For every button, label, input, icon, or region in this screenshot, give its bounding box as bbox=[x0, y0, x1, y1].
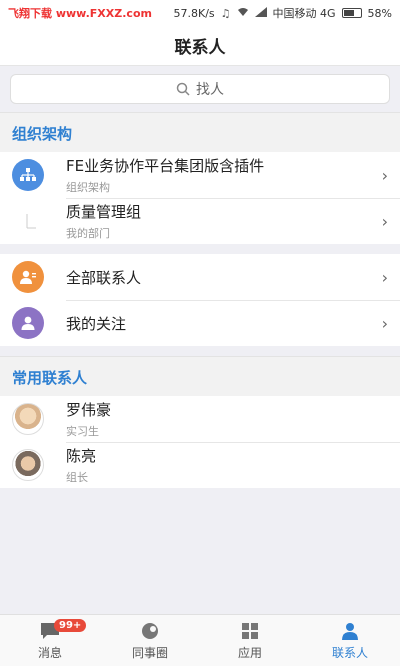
carrier-label: 中国移动 4G bbox=[272, 7, 336, 20]
org-item-title: FE业务协作平台集团版含插件 bbox=[66, 157, 265, 175]
my-follows-label: 我的关注 bbox=[66, 314, 127, 333]
chevron-right-icon: › bbox=[381, 211, 388, 231]
battery-icon bbox=[341, 8, 362, 18]
bottom-tab-bar: 99+ 消息 同事圈 应用 联系人 bbox=[0, 614, 400, 666]
message-badge: 99+ bbox=[54, 619, 87, 632]
frequent-list: 罗伟豪 实习生 陈亮 组长 bbox=[0, 396, 400, 488]
org-item-company[interactable]: FE业务协作平台集团版含插件 组织架构 › bbox=[0, 152, 400, 198]
contact-name: 罗伟豪 bbox=[66, 401, 112, 419]
tab-messages-label: 消息 bbox=[37, 645, 62, 660]
search-input[interactable]: 找人 bbox=[10, 74, 390, 104]
chevron-right-icon: › bbox=[381, 165, 388, 185]
tab-messages[interactable]: 99+ 消息 bbox=[0, 615, 100, 666]
contact-row-chen[interactable]: 陈亮 组长 bbox=[0, 442, 400, 488]
my-follows-item[interactable]: 我的关注 › bbox=[0, 300, 400, 346]
tab-colleague-label: 同事圈 bbox=[131, 645, 168, 660]
battery-level: 58% bbox=[367, 6, 392, 20]
tab-apps-label: 应用 bbox=[237, 645, 262, 660]
colleague-circle-icon bbox=[138, 621, 162, 641]
search-icon bbox=[176, 82, 190, 96]
department-subtitle: 我的部门 bbox=[66, 227, 110, 240]
avatar bbox=[12, 449, 44, 481]
divider bbox=[0, 346, 400, 356]
wifi-icon bbox=[237, 7, 249, 20]
search-container: 找人 bbox=[0, 66, 400, 112]
status-bar: 飞翔下载 www.FXXZ.com 57.8K/s ♫ 中国移动 4G 58% bbox=[0, 0, 400, 26]
tab-contacts[interactable]: 联系人 bbox=[300, 615, 400, 666]
mute-icon: ♫ bbox=[220, 6, 231, 20]
apps-icon bbox=[238, 621, 262, 641]
org-item-subtitle: 组织架构 bbox=[66, 181, 110, 194]
contacts-icon bbox=[12, 261, 44, 293]
contacts-list: 全部联系人 › 我的关注 › bbox=[0, 254, 400, 346]
all-contacts-label: 全部联系人 bbox=[66, 268, 142, 287]
divider bbox=[0, 244, 400, 254]
search-placeholder: 找人 bbox=[196, 82, 224, 98]
contact-row-luo[interactable]: 罗伟豪 实习生 bbox=[0, 396, 400, 442]
department-icon bbox=[12, 205, 44, 237]
follow-icon bbox=[12, 307, 44, 339]
chevron-right-icon: › bbox=[381, 267, 388, 287]
contact-role: 实习生 bbox=[66, 425, 99, 438]
contacts-tab-icon bbox=[338, 621, 362, 641]
status-bar-source-text: 飞翔下载 www.FXXZ.com bbox=[8, 7, 152, 20]
tab-apps[interactable]: 应用 bbox=[200, 615, 300, 666]
org-list: FE业务协作平台集团版含插件 组织架构 › 质量管理组 我的部门 › bbox=[0, 152, 400, 244]
org-item-department[interactable]: 质量管理组 我的部门 › bbox=[0, 198, 400, 244]
department-title: 质量管理组 bbox=[66, 203, 142, 221]
all-contacts-item[interactable]: 全部联系人 › bbox=[0, 254, 400, 300]
contact-name: 陈亮 bbox=[66, 447, 97, 465]
org-chart-icon bbox=[12, 159, 44, 191]
avatar bbox=[12, 403, 44, 435]
network-speed: 57.8K/s bbox=[173, 6, 215, 20]
frequent-section-title: 常用联系人 bbox=[0, 356, 400, 396]
org-section-title: 组织架构 bbox=[0, 112, 400, 152]
status-indicators: 57.8K/s ♫ 中国移动 4G 58% bbox=[173, 5, 392, 21]
tab-contacts-label: 联系人 bbox=[331, 645, 368, 660]
tab-colleague-circle[interactable]: 同事圈 bbox=[100, 615, 200, 666]
contact-role: 组长 bbox=[66, 471, 88, 484]
signal-icon bbox=[254, 6, 267, 20]
chevron-right-icon: › bbox=[381, 313, 388, 333]
page-title: 联系人 bbox=[0, 26, 400, 66]
